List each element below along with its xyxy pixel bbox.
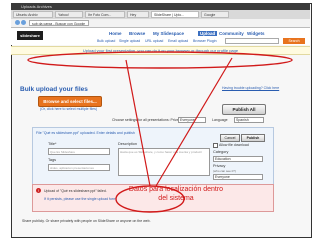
annotation-overlay: [27, 51, 293, 213]
annotation-ellipse: [27, 51, 293, 69]
annotation-line-right: [155, 57, 233, 187]
annotation-line-left: [125, 59, 151, 187]
annotation-text: Datos para localización dentro del siste…: [128, 186, 224, 202]
